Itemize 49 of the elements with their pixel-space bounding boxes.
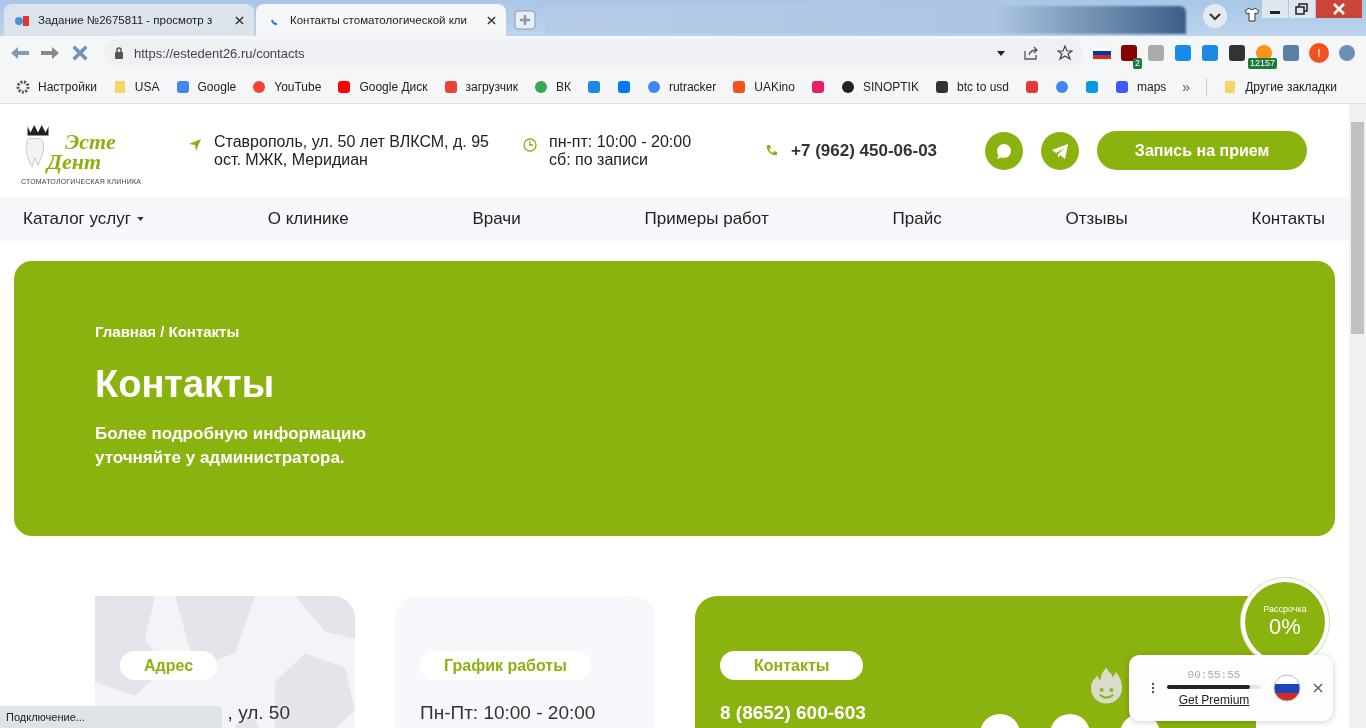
phone-number[interactable]: +7 (962) 450-06-03 bbox=[791, 140, 938, 161]
hours-line: сб: по записи bbox=[549, 150, 649, 169]
address-bar[interactable]: https://estedent26.ru/contacts bbox=[104, 39, 1083, 67]
status-bar: Подключение... bbox=[0, 706, 222, 728]
card-label: График работы bbox=[420, 651, 591, 680]
schedule-text: Пн-Пт: 10:00 - 20:00 bbox=[420, 702, 596, 724]
extension-badge: 12157 bbox=[1247, 58, 1277, 69]
address-text: , ул. 50 bbox=[227, 702, 290, 724]
other-bookmarks-folder[interactable]: Другие закладки bbox=[1223, 79, 1338, 94]
browser-tab[interactable]: Контакты стоматологической кли bbox=[256, 4, 506, 36]
nav-link[interactable]: Примеры работ bbox=[644, 209, 769, 229]
tab-title: Задание №2675811 - просмотр з bbox=[38, 14, 214, 26]
card-label: Контакты bbox=[720, 651, 864, 680]
bookmark[interactable]: SINOPTIK bbox=[840, 79, 919, 94]
installment-value: 0% bbox=[1269, 614, 1301, 640]
extension-badge: 2 bbox=[1133, 58, 1142, 69]
logo-text: Дент bbox=[47, 151, 102, 172]
nav-link[interactable]: Прайс bbox=[892, 209, 942, 229]
bookmark[interactable]: rutracker bbox=[646, 79, 717, 94]
bookmark[interactable]: Настройки bbox=[16, 79, 97, 94]
nav-link[interactable]: О клинике bbox=[267, 209, 349, 229]
address-line: ост. МЖК, Меридиан bbox=[214, 150, 369, 169]
get-premium-link[interactable]: Get Premium bbox=[1178, 693, 1250, 707]
hero-subtitle: Более подробную информацию уточняйте у администратора. bbox=[95, 423, 367, 469]
bookmark[interactable]: Google Диск bbox=[337, 79, 428, 94]
card-label: Адрес bbox=[120, 651, 218, 680]
bookmark[interactable]: ВК bbox=[533, 79, 571, 94]
breadcrumb: Главная / Контакты bbox=[95, 323, 241, 340]
bookmark[interactable]: Google bbox=[175, 79, 237, 94]
url-text: https://estedent26.ru/contacts bbox=[134, 45, 306, 61]
address-line: Ставрополь, ул. 50 лет ВЛКСМ, д. 95 bbox=[214, 132, 489, 151]
logo-text: Эсте bbox=[64, 131, 117, 152]
page-title: Контакты bbox=[95, 362, 276, 407]
nav-link[interactable]: Каталог услуг bbox=[23, 209, 144, 229]
hours-line: пн-пт: 10:00 - 20:00 bbox=[549, 132, 692, 151]
tab-title: Контакты стоматологической кли bbox=[290, 14, 468, 26]
browser-tab[interactable]: Задание №2675811 - просмотр з bbox=[4, 4, 254, 36]
more-bookmarks-button[interactable]: » bbox=[1182, 78, 1191, 95]
nav-link[interactable]: Отзывы bbox=[1065, 209, 1128, 229]
bookmark[interactable]: YouTube bbox=[252, 79, 322, 94]
bookmark[interactable]: USA bbox=[112, 79, 160, 94]
session-timer: 00:55:55 bbox=[1187, 669, 1241, 681]
nav-link[interactable]: Контакты bbox=[1251, 209, 1325, 229]
nav-link[interactable]: Врачи bbox=[472, 209, 521, 229]
bookmark[interactable]: maps bbox=[1115, 79, 1167, 94]
bookmark[interactable]: btc to usd bbox=[934, 79, 1009, 94]
installment-label: Рассрочка bbox=[1263, 604, 1307, 614]
bookmark[interactable]: загрузчик bbox=[443, 79, 518, 94]
bookmark[interactable]: UAKino bbox=[732, 79, 795, 94]
